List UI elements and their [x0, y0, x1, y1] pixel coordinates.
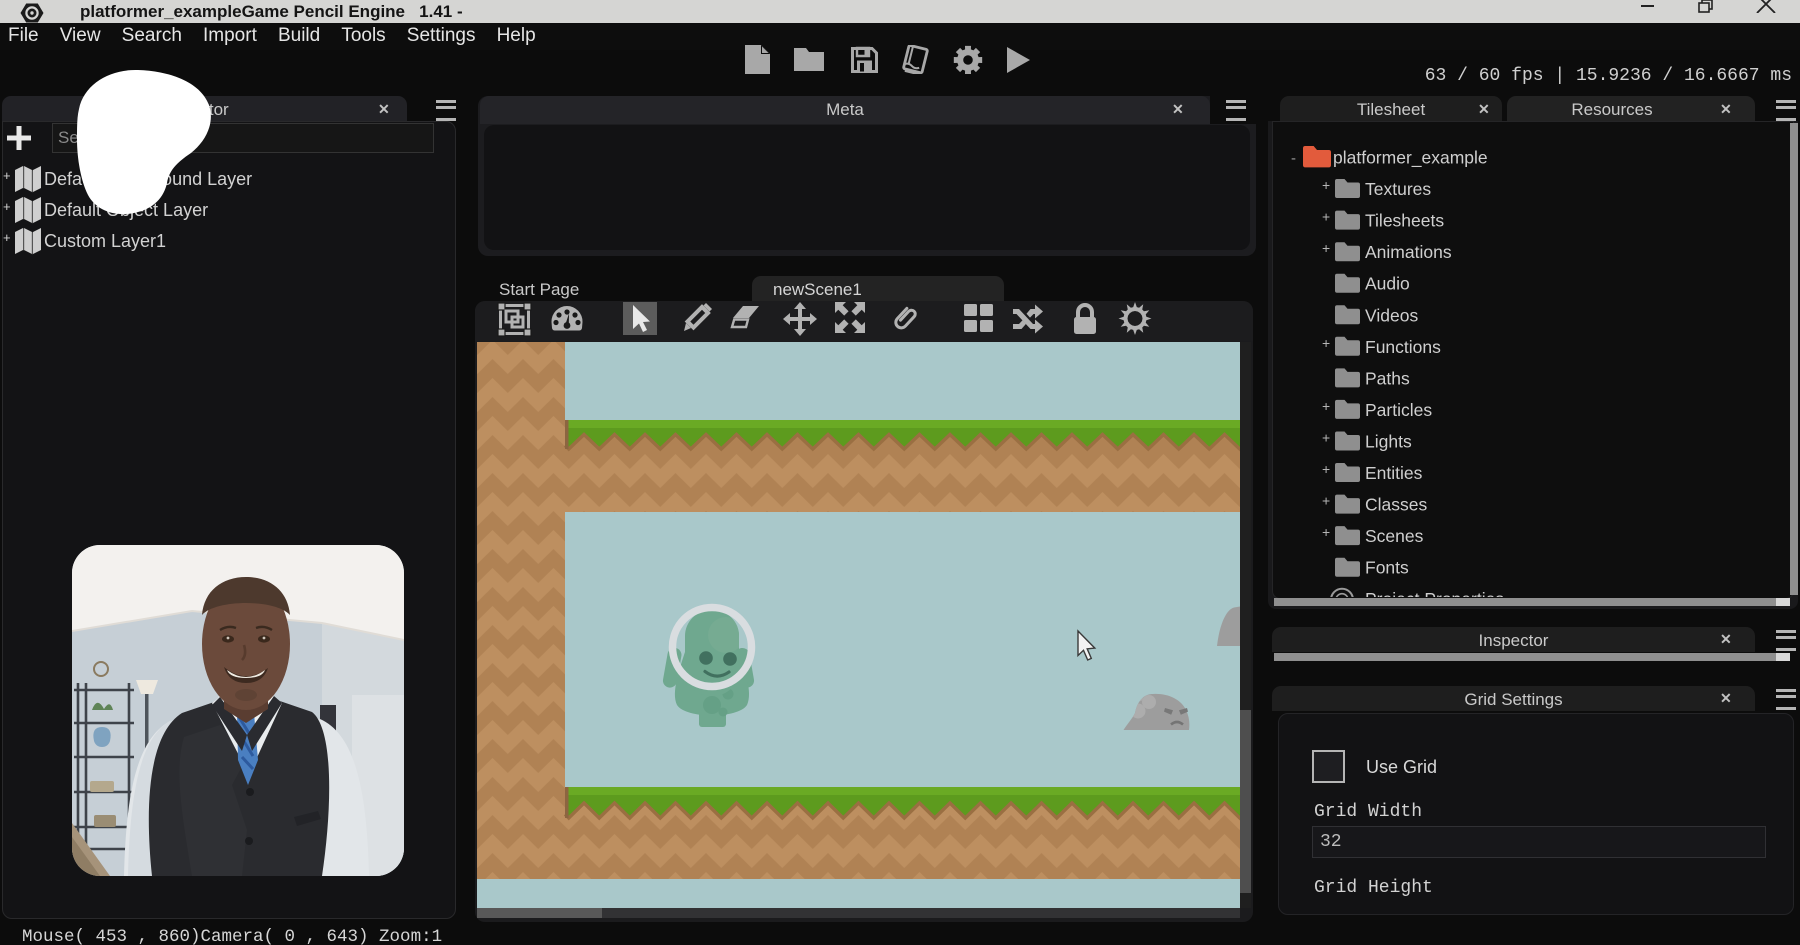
svg-text:-: -: [1291, 150, 1296, 167]
svg-text:+: +: [3, 199, 11, 214]
svg-text:+: +: [1322, 461, 1330, 477]
svg-text:Paths: Paths: [1365, 368, 1410, 388]
svg-text:+: +: [1322, 177, 1330, 193]
svg-text:+: +: [3, 230, 11, 245]
svg-text:Textures: Textures: [1365, 179, 1431, 199]
svg-text:+: +: [1322, 240, 1330, 256]
svg-text:Particles: Particles: [1365, 400, 1432, 420]
svg-text:Tilesheets: Tilesheets: [1365, 211, 1444, 231]
svg-text:Lights: Lights: [1365, 432, 1412, 452]
svg-text:Videos: Videos: [1365, 305, 1418, 325]
svg-text:Scenes: Scenes: [1365, 526, 1424, 546]
svg-text:+: +: [1322, 524, 1330, 540]
svg-text:Entities: Entities: [1365, 463, 1423, 483]
svg-text:+: +: [1322, 493, 1330, 509]
svg-text:Classes: Classes: [1365, 495, 1427, 515]
svg-text:platformer_example: platformer_example: [1333, 148, 1488, 169]
svg-text:Fonts: Fonts: [1365, 558, 1409, 578]
svg-text:Animations: Animations: [1365, 242, 1452, 262]
svg-text:+: +: [1322, 398, 1330, 414]
svg-text:+: +: [1322, 335, 1330, 351]
svg-text:+: +: [1322, 430, 1330, 446]
svg-text:+: +: [3, 168, 11, 183]
svg-text:Audio: Audio: [1365, 274, 1410, 294]
svg-text:Functions: Functions: [1365, 337, 1441, 357]
svg-text:+: +: [1322, 209, 1330, 225]
svg-text:Project Properties: Project Properties: [1365, 589, 1504, 597]
svg-text:Custom Layer1: Custom Layer1: [44, 231, 166, 251]
